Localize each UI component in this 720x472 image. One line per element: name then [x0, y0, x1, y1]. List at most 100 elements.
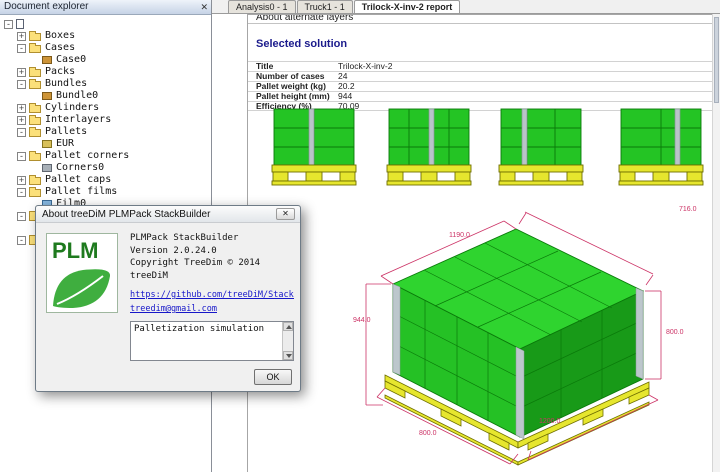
- report-clipped-row: About alternate layers: [248, 15, 712, 24]
- tree-item-label: Bundles: [45, 78, 87, 90]
- tree-item-corners0[interactable]: Corners0: [4, 162, 210, 174]
- tree-item-interlayers[interactable]: +Interlayers: [4, 114, 210, 126]
- collapse-icon[interactable]: -: [17, 152, 26, 161]
- tree-item-cases[interactable]: - Cases: [4, 42, 210, 54]
- collapse-icon[interactable]: -: [17, 188, 26, 197]
- tab-truck1-1[interactable]: Truck1 - 1: [297, 0, 353, 13]
- tab-analysis0-1[interactable]: Analysis0 - 1: [228, 0, 296, 13]
- description-box[interactable]: Palletization simulation: [130, 321, 294, 361]
- folder-icon: [29, 105, 41, 113]
- tree-item-label: Pallet corners: [45, 150, 129, 162]
- tree-indent: [4, 162, 30, 174]
- folder-icon: [29, 117, 41, 125]
- collapse-icon[interactable]: -: [17, 128, 26, 137]
- tree-item-packs[interactable]: +Packs: [4, 66, 210, 78]
- scroll-up-icon[interactable]: [283, 322, 293, 331]
- table-cell-value: 24: [338, 72, 347, 81]
- tree-item-pallet-films[interactable]: -Pallet films: [4, 186, 210, 198]
- about-dialog: About treeDiM PLMPack StackBuilder ✕ PLM…: [35, 205, 301, 392]
- tree-item-cylinders[interactable]: + Cylinders: [4, 102, 210, 114]
- tree-indent: [4, 150, 17, 162]
- table-cell-value: 20.2: [338, 82, 355, 91]
- dialog-titlebar[interactable]: About treeDiM PLMPack StackBuilder ✕: [36, 206, 300, 223]
- corners-icon: [42, 164, 52, 172]
- tree-item-label: Case0: [56, 54, 86, 66]
- tree-item-bundle0[interactable]: Bundle0: [4, 90, 210, 102]
- table-row: Pallet weight (kg)20.2: [248, 81, 712, 91]
- description-scrollbar[interactable]: [282, 322, 293, 360]
- tree-item-label: EUR: [56, 138, 74, 150]
- close-icon[interactable]: ✕: [200, 1, 208, 13]
- description-text: Palletization simulation: [134, 324, 264, 334]
- solution-table: TitleTrilock-X-inv-2Number of cases24Pal…: [248, 61, 712, 111]
- document-icon: [16, 19, 24, 29]
- folder-icon: [29, 189, 41, 197]
- tree-item-pallet-caps[interactable]: + Pallet caps: [4, 174, 210, 186]
- collapse-icon[interactable]: -: [17, 44, 26, 53]
- tree-item-label: Pallet caps: [45, 174, 111, 186]
- ok-button[interactable]: OK: [254, 369, 292, 385]
- table-cell-label: Title: [248, 62, 338, 71]
- dimension-label-left: 944.0: [353, 317, 371, 324]
- tree-item-label: Corners0: [56, 162, 104, 174]
- tree-indent: [4, 246, 30, 258]
- collapse-icon[interactable]: -: [17, 236, 26, 245]
- tree-item-label: Boxes: [45, 30, 75, 42]
- dialog-body: PLM PLMPack StackBuilder Version 2.0.24.…: [36, 223, 300, 391]
- tree-item-boxes[interactable]: + Boxes: [4, 30, 210, 42]
- tree-indent: [4, 222, 30, 234]
- tree-item-eur[interactable]: EUR: [4, 138, 210, 150]
- tree-indent: [4, 78, 17, 90]
- expand-icon[interactable]: +: [17, 176, 26, 185]
- folder-icon: [29, 45, 41, 53]
- expand-icon[interactable]: +: [17, 104, 26, 113]
- clipped-row-text: About alternate layers: [256, 15, 353, 23]
- close-icon[interactable]: ✕: [276, 208, 295, 220]
- tree-indent: [4, 102, 17, 114]
- pallet-view-thumbnail-3: [498, 107, 584, 187]
- folder-icon: [29, 177, 41, 185]
- collapse-icon[interactable]: -: [17, 212, 26, 221]
- table-row: TitleTrilock-X-inv-2: [248, 61, 712, 71]
- pallet-view-thumbnail-4: [618, 107, 704, 187]
- tree-item-label: Pallets: [45, 126, 87, 138]
- folder-icon: [29, 153, 41, 161]
- tree-indent: [4, 234, 17, 246]
- explorer-header: Document explorer ✕: [0, 0, 211, 15]
- tab-trilock-x-inv-2-report[interactable]: Trilock-X-inv-2 report: [354, 0, 461, 13]
- scroll-down-icon[interactable]: [283, 351, 293, 360]
- dimension-label-top-left: 1190.0: [449, 232, 470, 239]
- collapse-icon[interactable]: -: [4, 20, 13, 29]
- collapse-icon[interactable]: -: [17, 80, 26, 89]
- tree-item-root[interactable]: -: [4, 18, 210, 30]
- tree-item-label: Cylinders: [45, 102, 99, 114]
- tree-indent: [4, 42, 17, 54]
- tree-item-bundles[interactable]: - Bundles: [4, 78, 210, 90]
- repository-link[interactable]: https://github.com/treeDiM/StackBuilder/…: [130, 289, 294, 301]
- tree-indent: [4, 210, 17, 222]
- tree-indent: [4, 54, 30, 66]
- table-cell-value: Trilock-X-inv-2: [338, 62, 392, 71]
- vertical-scrollbar[interactable]: [712, 14, 720, 472]
- tree-item-case0[interactable]: Case0: [4, 54, 210, 66]
- tree-indent: [4, 90, 30, 102]
- expand-icon[interactable]: +: [17, 68, 26, 77]
- dimension-label-bottom-right: 1200.0: [539, 418, 560, 425]
- tree-item-label: Cases: [45, 42, 75, 54]
- table-row: Number of cases24: [248, 71, 712, 81]
- isometric-pallet-view: 1190.0 716.0 944.0 800.0 800.0 1200.0: [353, 199, 713, 469]
- folder-icon: [29, 69, 41, 77]
- tree-item-pallet-corners[interactable]: - Pallet corners: [4, 150, 210, 162]
- report-page: About alternate layers Selected solution…: [247, 14, 713, 472]
- table-row: Pallet height (mm)944: [248, 91, 712, 101]
- company-name: treeDiM: [130, 270, 294, 283]
- app-copyright: Copyright TreeDim © 2014: [130, 257, 294, 270]
- expand-icon[interactable]: +: [17, 32, 26, 41]
- scrollbar-thumb[interactable]: [714, 17, 719, 103]
- email-link[interactable]: treedim@gmail.com: [130, 303, 294, 315]
- dialog-title: About treeDiM PLMPack StackBuilder: [42, 209, 210, 220]
- bundle-icon: [42, 92, 52, 100]
- tree-item-pallets[interactable]: - Pallets: [4, 126, 210, 138]
- expand-icon[interactable]: +: [17, 116, 26, 125]
- tree-indent: [4, 138, 30, 150]
